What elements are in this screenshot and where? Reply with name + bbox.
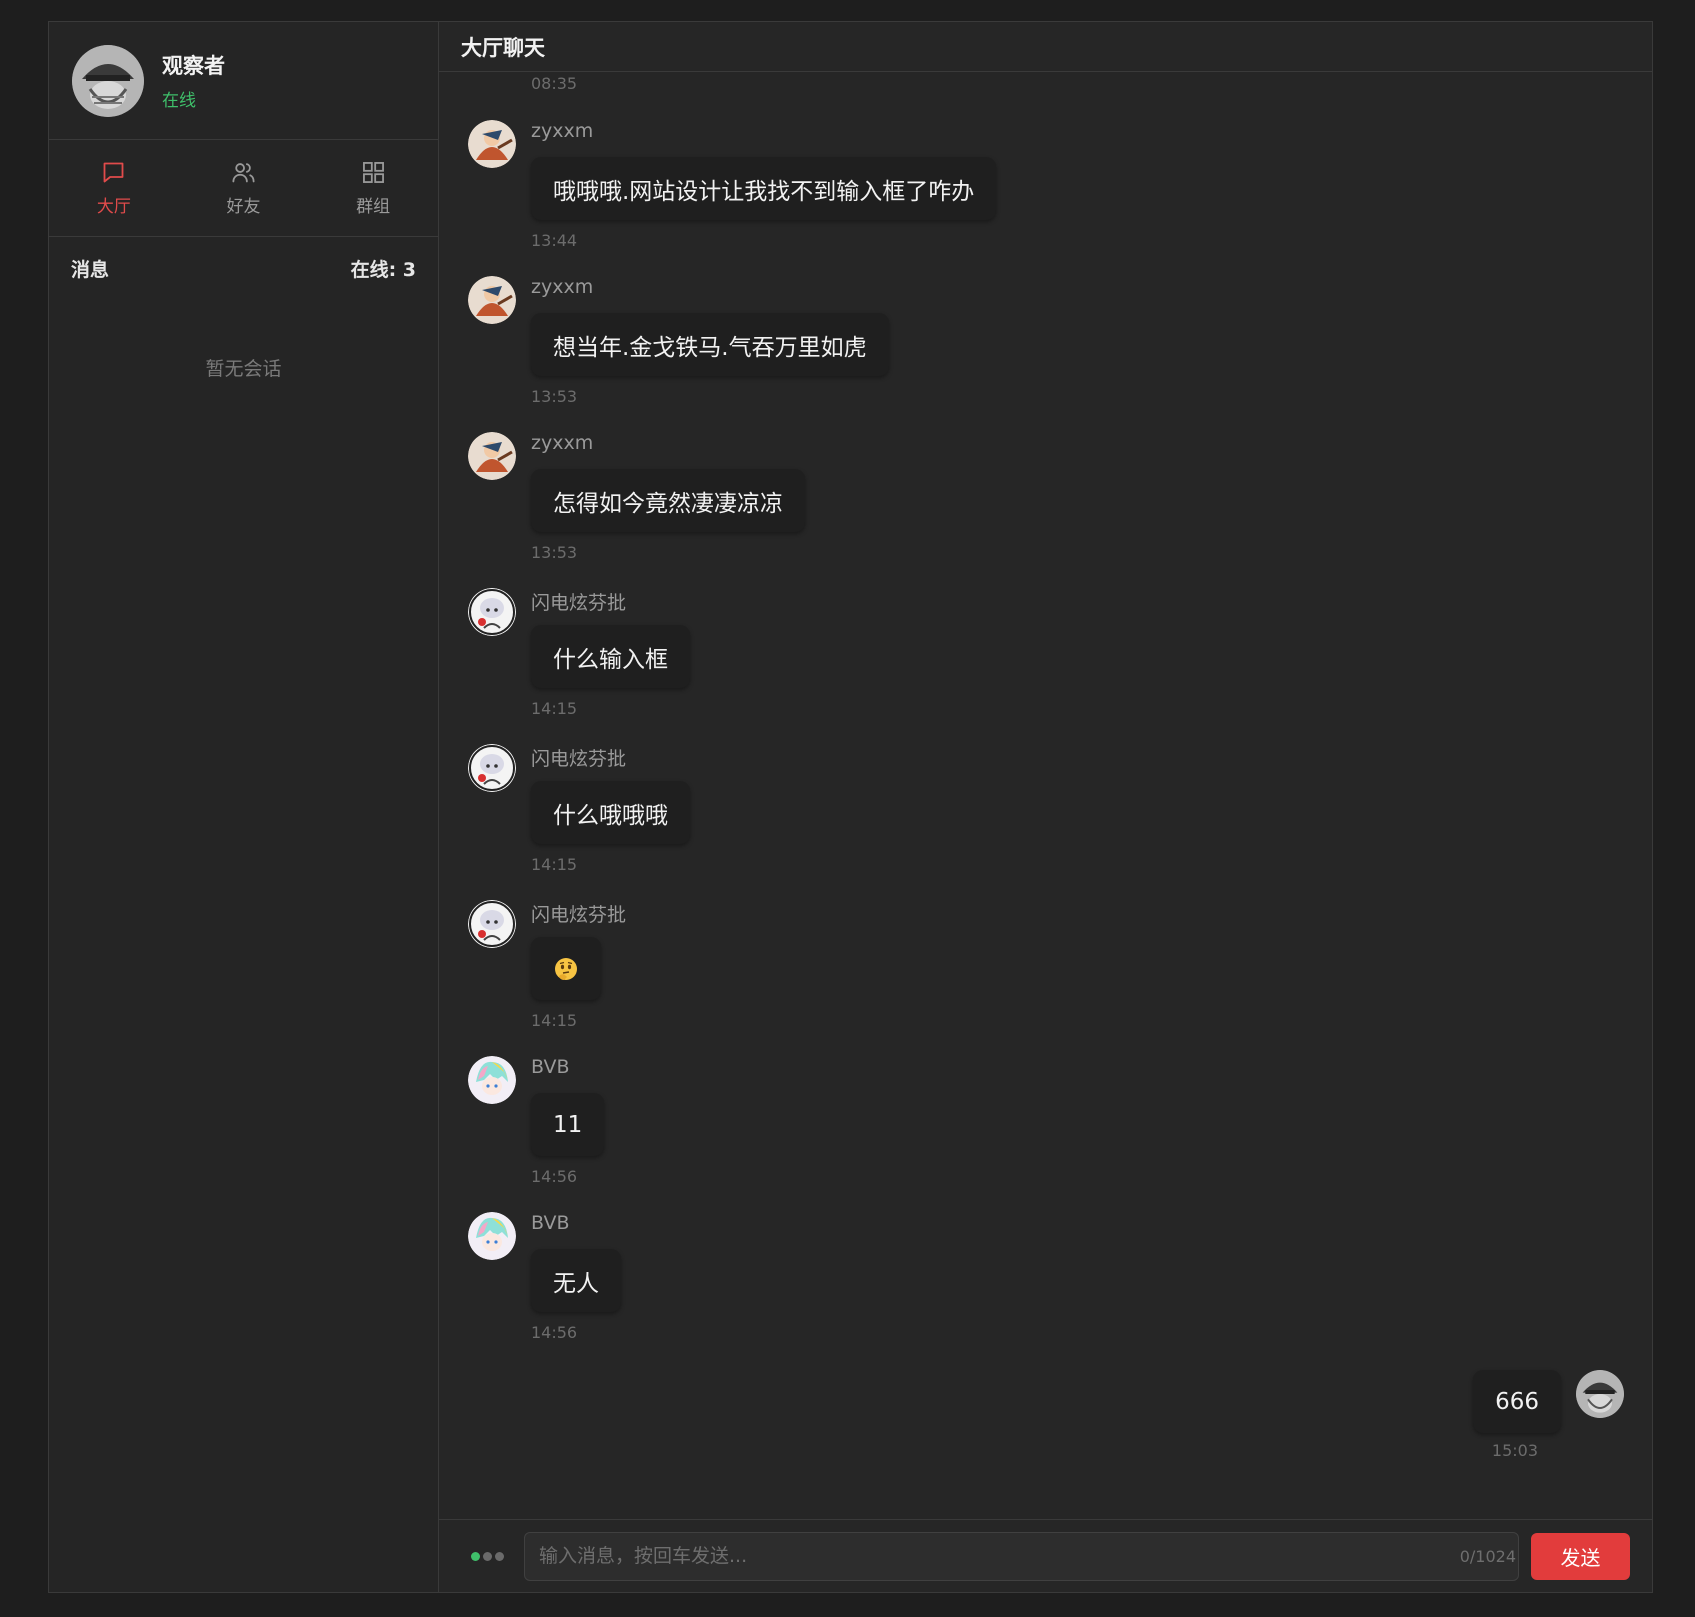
zyxxm-avatar[interactable] (468, 276, 516, 324)
message-time: 08:35 (531, 74, 578, 93)
user-profile: 观察者 在线 (49, 22, 438, 140)
users-icon (232, 163, 255, 183)
message-time: 14:56 (531, 1167, 578, 1186)
chat-app: 观察者 在线 大厅 好友 群组 消息 在线: 3 暂无会话 大厅聊天 08:35… (48, 21, 1653, 1593)
message-bubble: 什么输入框 (531, 625, 690, 688)
message-time: 13:53 (531, 543, 578, 562)
nav-item-label: 好友 (226, 197, 261, 217)
message-input-wrapper: 0/1024 (524, 1531, 1519, 1581)
message-sender: zyxxm (531, 276, 594, 298)
session-list-header: 消息 在线: 3 (49, 237, 438, 282)
char-counter: 0/1024 (1459, 1546, 1516, 1566)
message-bubble (531, 937, 601, 1000)
grid-icon (362, 162, 384, 183)
thinking-face-emoji (555, 957, 577, 980)
empty-sessions-text: 暂无会话 (205, 358, 282, 380)
user-avatar[interactable] (1576, 1370, 1624, 1418)
user-name: 观察者 (162, 54, 225, 78)
message-sender: zyxxm (531, 120, 594, 142)
nav-item-label: 大厅 (96, 197, 131, 217)
message-time: 14:56 (531, 1323, 578, 1342)
message-list[interactable]: 08:35 zyxxm 哦哦哦.网站设计让我找不到输入框了咋办 13:44 zy… (439, 72, 1652, 1519)
message-time: 14:15 (531, 855, 578, 874)
message-time: 14:15 (531, 699, 578, 718)
chat-bubble-icon (103, 162, 124, 183)
colorful-girl-avatar[interactable] (468, 1056, 516, 1104)
anime-girl-avatar[interactable] (468, 744, 516, 792)
chat-panel: 大厅聊天 08:35 zyxxm 哦哦哦.网站设计让我找不到输入框了咋办 13:… (439, 22, 1652, 1592)
my-message-item: 666 15:03 (1464, 1370, 1624, 1470)
zyxxm-avatar[interactable] (468, 120, 516, 168)
nav-item-lobby[interactable]: 大厅 (49, 140, 179, 236)
message-bubble: 11 (531, 1093, 605, 1156)
message-time: 13:53 (531, 387, 578, 406)
chat-title: 大厅聊天 (439, 22, 1652, 72)
main-nav: 大厅 好友 群组 (49, 140, 438, 237)
message-sender: 闪电炫芬批 (531, 904, 627, 926)
message-sender: 闪电炫芬批 (531, 592, 627, 614)
user-avatar[interactable] (72, 44, 144, 117)
message-sender: 闪电炫芬批 (531, 748, 627, 770)
message-time: 15:03 (1491, 1441, 1538, 1460)
status-dot (495, 1551, 504, 1561)
connection-status-dots (471, 1551, 504, 1561)
anime-girl-avatar[interactable] (468, 900, 516, 948)
zyxxm-avatar[interactable] (468, 432, 516, 480)
status-dot (483, 1551, 492, 1561)
message-sender: BVB (531, 1056, 570, 1078)
composer: 0/1024 发送 (439, 1519, 1652, 1592)
send-button[interactable]: 发送 (1531, 1532, 1630, 1580)
message-time: 14:15 (531, 1011, 578, 1030)
nav-item-label: 群组 (356, 197, 391, 217)
message-bubble: 怎得如今竟然凄凄凉凉 (531, 469, 805, 532)
message-sender: BVB (531, 1212, 570, 1234)
message-bubble: 什么哦哦哦 (531, 781, 690, 844)
session-list-title: 消息 (71, 259, 110, 281)
nav-item-groups[interactable]: 群组 (308, 140, 438, 236)
message-input[interactable] (525, 1532, 1460, 1580)
anime-girl-avatar[interactable] (468, 588, 516, 636)
nav-item-friends[interactable]: 好友 (179, 140, 309, 236)
sidebar: 观察者 在线 大厅 好友 群组 消息 在线: 3 暂无会话 (49, 22, 439, 1592)
colorful-girl-avatar[interactable] (468, 1212, 516, 1260)
message-bubble: 想当年.金戈铁马.气吞万里如虎 (531, 313, 889, 376)
message-bubble: 无人 (531, 1249, 621, 1312)
message-bubble: 666 (1473, 1370, 1561, 1433)
online-count: 在线: 3 (350, 259, 416, 281)
message-sender: zyxxm (531, 432, 594, 454)
message-bubble: 哦哦哦.网站设计让我找不到输入框了咋办 (531, 157, 997, 220)
status-dot (471, 1551, 480, 1561)
message-time: 13:44 (531, 231, 578, 250)
user-status: 在线 (162, 91, 196, 111)
